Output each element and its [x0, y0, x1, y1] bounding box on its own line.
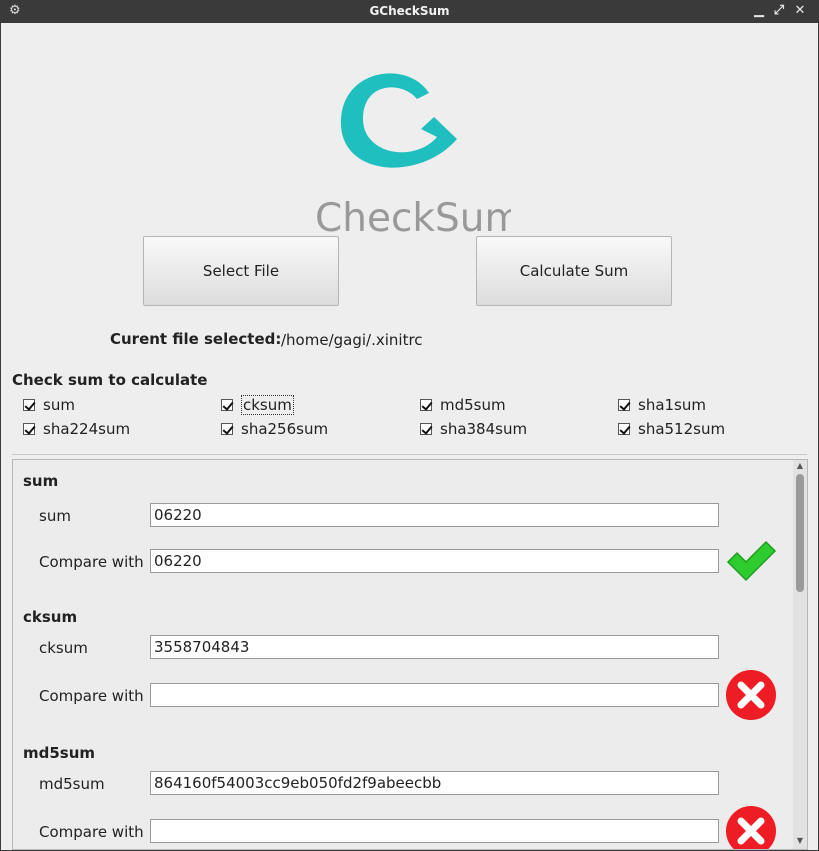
- checksum-section-title: Check sum to calculate: [12, 371, 208, 389]
- checksum-field-label: cksum: [39, 639, 88, 657]
- checkbox-cksum[interactable]: cksum: [221, 395, 294, 415]
- result-section-title: sum: [23, 472, 59, 490]
- checkbox-label: sha224sum: [43, 420, 131, 438]
- checkmark-icon: [726, 540, 777, 582]
- checkbox-checked-icon: [23, 423, 35, 435]
- results-scroll-panel[interactable]: sum sum Compare with cksum cksum Compare…: [12, 459, 808, 850]
- compare-input-field[interactable]: [150, 549, 719, 573]
- checksum-output-field[interactable]: [150, 503, 719, 527]
- select-file-button[interactable]: Select File: [143, 236, 339, 306]
- section-divider: [12, 454, 807, 455]
- app-logo: CheckSum: [315, 73, 511, 239]
- checkbox-label: sha512sum: [638, 420, 726, 438]
- window-title: GCheckSum: [369, 4, 450, 18]
- checksum-field-label: sum: [39, 507, 71, 525]
- compare-input-field[interactable]: [150, 819, 719, 843]
- checkbox-sha1sum[interactable]: sha1sum: [618, 395, 706, 415]
- checkbox-checked-icon: [420, 399, 432, 411]
- minimize-icon[interactable]: ▁: [752, 3, 766, 18]
- checkbox-label: sha1sum: [638, 396, 706, 414]
- close-icon[interactable]: ✕: [793, 3, 807, 18]
- checkbox-sha224sum[interactable]: sha224sum: [23, 419, 130, 439]
- checkbox-checked-icon: [618, 399, 630, 411]
- compare-input-field[interactable]: [150, 683, 719, 707]
- checkbox-label: md5sum: [440, 396, 506, 414]
- checkbox-md5sum[interactable]: md5sum: [420, 395, 506, 415]
- result-section-title: cksum: [23, 608, 78, 626]
- checkbox-label: sha256sum: [241, 420, 329, 438]
- main-window: CheckSum Select File Calculate Sum Curen…: [1, 23, 818, 850]
- checksum-output-field[interactable]: [150, 771, 719, 795]
- compare-field-label: Compare with: [39, 553, 144, 571]
- current-file-label: Curent file selected:: [110, 330, 282, 348]
- checkbox-sha256sum[interactable]: sha256sum: [221, 419, 328, 439]
- vertical-scrollbar[interactable]: ▲ ▼: [793, 460, 807, 849]
- error-x-icon: [726, 670, 776, 720]
- checkbox-checked-icon: [23, 399, 35, 411]
- checkbox-checked-icon: [420, 423, 432, 435]
- checkbox-checked-icon: [221, 423, 233, 435]
- result-section-title: md5sum: [23, 744, 96, 762]
- compare-field-label: Compare with: [39, 687, 144, 705]
- checkbox-checked-icon: [221, 399, 233, 411]
- checkbox-sum[interactable]: sum: [23, 395, 75, 415]
- compare-field-label: Compare with: [39, 823, 144, 841]
- window-titlebar: ⚙ GCheckSum ▁ ⤢ ✕: [0, 0, 819, 23]
- scrollbar-thumb[interactable]: [796, 474, 804, 592]
- checkbox-label: cksum: [241, 395, 294, 415]
- checkbox-sha512sum[interactable]: sha512sum: [618, 419, 725, 439]
- checkbox-checked-icon: [618, 423, 630, 435]
- error-x-icon: [726, 806, 776, 849]
- calculate-sum-button[interactable]: Calculate Sum: [476, 236, 672, 306]
- checksum-output-field[interactable]: [150, 635, 719, 659]
- checkbox-sha384sum[interactable]: sha384sum: [420, 419, 527, 439]
- checkbox-label: sum: [43, 396, 75, 414]
- checksum-field-label: md5sum: [39, 775, 105, 793]
- scroll-up-icon[interactable]: ▲: [793, 461, 807, 470]
- scroll-down-icon[interactable]: ▼: [793, 836, 807, 845]
- checkbox-label: sha384sum: [440, 420, 528, 438]
- maximize-icon[interactable]: ⤢: [772, 3, 786, 18]
- current-file-value: /home/gagi/.xinitrc: [281, 331, 423, 349]
- logo-text: CheckSum: [315, 196, 511, 239]
- logo-g-letter: [340, 73, 457, 168]
